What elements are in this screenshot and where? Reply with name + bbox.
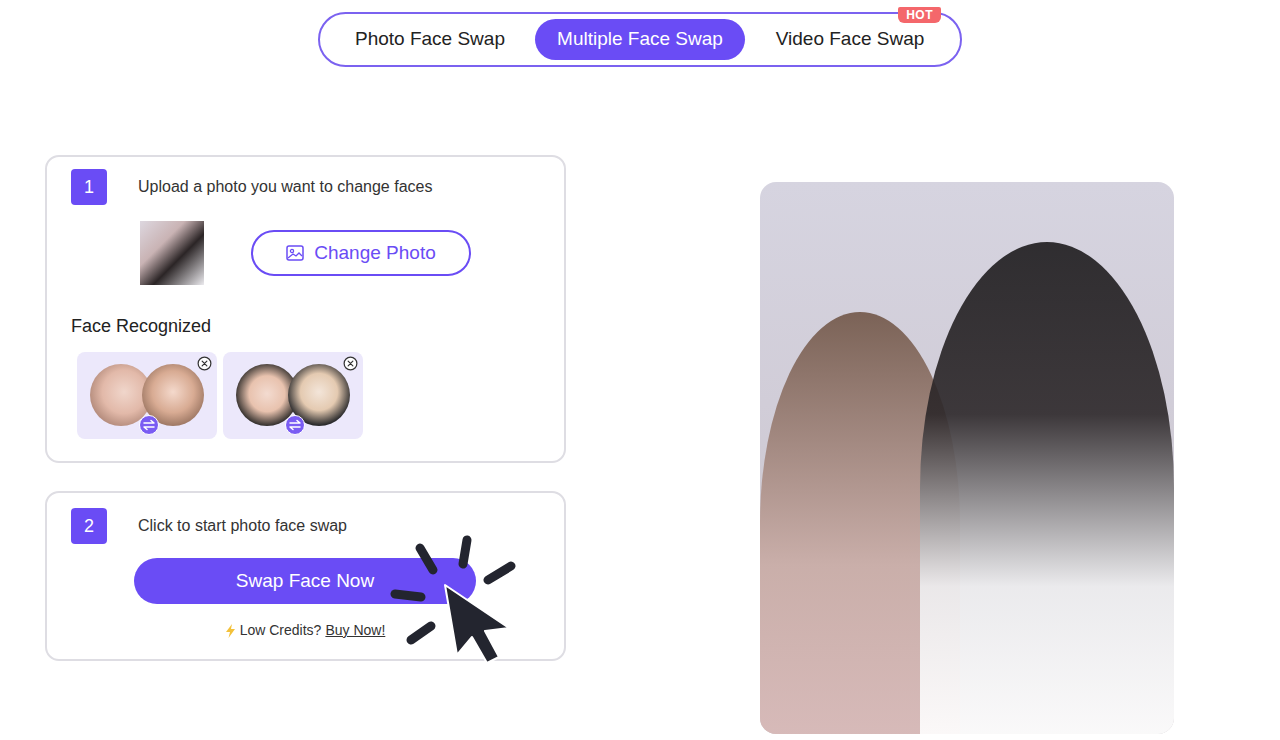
click-cursor-icon — [387, 530, 517, 670]
face-pair[interactable] — [77, 352, 217, 439]
step-number: 2 — [71, 508, 107, 544]
image-icon — [286, 245, 304, 261]
top-bar: Photo Face Swap Multiple Face Swap Video F… — [0, 0, 1280, 67]
mode-tab[interactable]: Multiple Face Swap — [535, 19, 745, 60]
hot-badge: HOT — [898, 7, 941, 23]
mode-tabs: Photo Face Swap Multiple Face Swap Video F… — [318, 12, 962, 67]
swap-icon[interactable] — [139, 415, 159, 435]
step-number: 1 — [71, 169, 107, 205]
low-credits-text: Low Credits? — [240, 620, 322, 641]
mode-tab[interactable]: Video Face SwapHOT — [745, 19, 955, 60]
upload-row: Change Photo — [71, 221, 540, 285]
tab-label: Photo Face Swap — [355, 25, 505, 54]
result-photo — [760, 182, 1174, 734]
swap-icon[interactable] — [285, 415, 305, 435]
swap-step-header: 2 Click to start photo face swap — [71, 508, 540, 544]
tab-label: Video Face Swap — [776, 25, 925, 54]
swap-card: 2 Click to start photo face swap Swap Fa… — [45, 491, 566, 661]
face-pair[interactable] — [223, 352, 363, 439]
change-photo-label: Change Photo — [314, 239, 436, 268]
swap-face-now-button[interactable]: Swap Face Now — [134, 558, 476, 604]
buy-now-link[interactable]: Buy Now! — [325, 620, 385, 641]
upload-step-header: 1 Upload a photo you want to change face… — [71, 169, 540, 205]
remove-icon[interactable] — [197, 356, 212, 371]
left-panel: 1 Upload a photo you want to change face… — [45, 155, 566, 734]
face-pair-list — [71, 352, 540, 439]
step-title: Click to start photo face swap — [138, 514, 347, 538]
remove-icon[interactable] — [343, 356, 358, 371]
uploaded-photo-thumbnail[interactable] — [140, 221, 204, 285]
upload-card: 1 Upload a photo you want to change face… — [45, 155, 566, 463]
mode-tab[interactable]: Photo Face Swap — [325, 19, 535, 60]
main-area: 1 Upload a photo you want to change face… — [0, 155, 1280, 734]
lightning-icon — [225, 624, 236, 638]
step-title: Upload a photo you want to change faces — [138, 175, 432, 199]
credits-note: Low Credits? Buy Now! — [134, 620, 476, 641]
tab-label: Multiple Face Swap — [557, 25, 723, 54]
right-panel — [760, 182, 1174, 734]
face-recognized-label: Face Recognized — [71, 313, 540, 340]
change-photo-button[interactable]: Change Photo — [251, 230, 471, 276]
